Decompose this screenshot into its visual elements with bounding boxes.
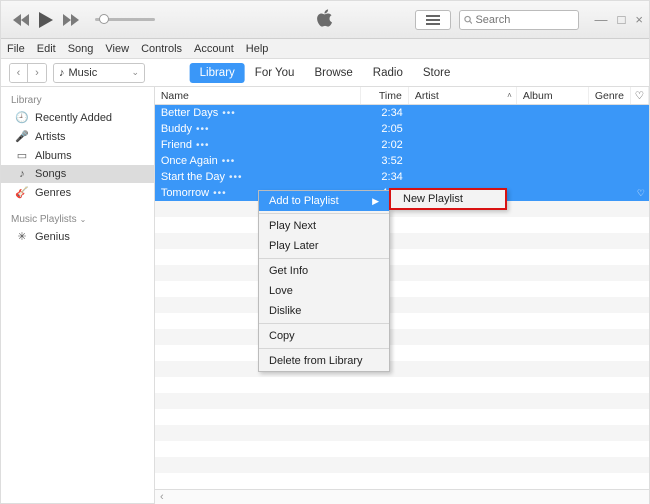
- sidebar-item-songs[interactable]: Songs: [1, 165, 154, 183]
- ctx-add-to-playlist[interactable]: Add to Playlist▶: [259, 191, 389, 211]
- table-row[interactable]: Buddy •••2:05: [155, 121, 649, 137]
- titlebar: — □ ×: [1, 1, 649, 39]
- clock-icon: 🕘: [15, 111, 29, 124]
- tab-library[interactable]: Library: [190, 63, 245, 83]
- heart-icon[interactable]: ♡: [637, 188, 645, 199]
- horizontal-scrollbar[interactable]: ‹: [155, 489, 649, 504]
- tab-radio[interactable]: Radio: [363, 63, 413, 83]
- content: Name Time Artist˄ Album Genre ♡ Better D…: [155, 87, 649, 504]
- play-button[interactable]: [39, 12, 53, 28]
- guitar-icon: 🎸: [15, 186, 29, 199]
- menu-view[interactable]: View: [105, 43, 129, 55]
- ctx-dislike[interactable]: Dislike: [259, 301, 389, 321]
- volume-slider[interactable]: [95, 18, 155, 21]
- more-icon[interactable]: •••: [196, 124, 210, 135]
- separator: [259, 213, 389, 214]
- ctx-play-later[interactable]: Play Later: [259, 236, 389, 256]
- close-button[interactable]: ×: [635, 12, 643, 27]
- ctx-delete[interactable]: Delete from Library: [259, 351, 389, 371]
- list-view-button[interactable]: [415, 10, 451, 30]
- menu-help[interactable]: Help: [246, 43, 269, 55]
- context-menu: Add to Playlist▶ Play Next Play Later Ge…: [258, 190, 390, 372]
- col-genre[interactable]: Genre: [589, 87, 631, 104]
- more-icon[interactable]: •••: [196, 140, 210, 151]
- nav-forward-button[interactable]: ›: [28, 64, 46, 82]
- sidebar-head-library: Library: [1, 91, 154, 108]
- menu-controls[interactable]: Controls: [141, 43, 182, 55]
- table-row[interactable]: Friend •••2:02: [155, 137, 649, 153]
- prev-button[interactable]: [13, 14, 29, 26]
- menu-file[interactable]: File: [7, 43, 25, 55]
- menu-account[interactable]: Account: [194, 43, 234, 55]
- column-headers: Name Time Artist˄ Album Genre ♡: [155, 87, 649, 105]
- source-selector[interactable]: Music ⌄: [53, 63, 145, 83]
- ctx-love[interactable]: Love: [259, 281, 389, 301]
- sidebar-item-recently-added[interactable]: 🕘Recently Added: [1, 108, 154, 127]
- track-list: Better Days •••2:34 Buddy •••2:05 Friend…: [155, 105, 649, 489]
- table-row[interactable]: Once Again •••3:52: [155, 153, 649, 169]
- chevron-updown-icon: ⌄: [131, 67, 139, 78]
- separator: [259, 258, 389, 259]
- chevron-down-icon: ⌄: [80, 215, 87, 224]
- maximize-button[interactable]: □: [618, 12, 626, 27]
- apple-logo-icon: [316, 8, 334, 31]
- minimize-button[interactable]: —: [595, 12, 608, 27]
- menu-song[interactable]: Song: [68, 43, 94, 55]
- separator: [259, 348, 389, 349]
- mic-icon: 🎤: [15, 130, 29, 143]
- tab-store[interactable]: Store: [413, 63, 461, 83]
- ctx-get-info[interactable]: Get Info: [259, 261, 389, 281]
- col-album[interactable]: Album: [517, 87, 589, 104]
- chevron-right-icon: ▶: [372, 196, 379, 207]
- empty-rows: [155, 201, 649, 489]
- sidebar-item-genius[interactable]: ✳Genius: [1, 227, 154, 246]
- sidebar-head-playlists[interactable]: Music Playlists ⌄: [1, 210, 154, 227]
- scroll-left-icon[interactable]: ‹: [155, 491, 169, 503]
- more-icon[interactable]: •••: [222, 156, 236, 167]
- note-icon: [15, 168, 29, 180]
- music-icon: [59, 67, 65, 79]
- genius-icon: ✳: [15, 230, 29, 243]
- more-icon[interactable]: •••: [213, 188, 227, 199]
- more-icon[interactable]: •••: [222, 108, 236, 119]
- ctx-copy[interactable]: Copy: [259, 326, 389, 346]
- separator: [259, 323, 389, 324]
- tab-for-you[interactable]: For You: [245, 63, 305, 83]
- sidebar: Library 🕘Recently Added 🎤Artists ▭Albums…: [1, 87, 155, 504]
- col-artist[interactable]: Artist˄: [409, 87, 517, 104]
- album-icon: ▭: [15, 149, 29, 162]
- search-icon: [464, 15, 473, 25]
- sort-asc-icon: ˄: [507, 91, 512, 100]
- toolbar: ‹ › Music ⌄ Library For You Browse Radio…: [1, 59, 649, 87]
- next-button[interactable]: [63, 14, 79, 26]
- ctx-play-next[interactable]: Play Next: [259, 216, 389, 236]
- col-time[interactable]: Time: [361, 87, 409, 104]
- sidebar-item-genres[interactable]: 🎸Genres: [1, 183, 154, 202]
- sidebar-item-artists[interactable]: 🎤Artists: [1, 127, 154, 146]
- source-label: Music: [69, 67, 98, 79]
- sidebar-item-albums[interactable]: ▭Albums: [1, 146, 154, 165]
- table-row[interactable]: Start the Day •••2:34: [155, 169, 649, 185]
- submenu-new-playlist[interactable]: New Playlist: [389, 188, 507, 210]
- col-love[interactable]: ♡: [631, 87, 649, 104]
- table-row[interactable]: Better Days •••2:34: [155, 105, 649, 121]
- view-tabs: Library For You Browse Radio Store: [190, 63, 461, 83]
- nav-back-button[interactable]: ‹: [10, 64, 28, 82]
- search-input[interactable]: [459, 10, 579, 30]
- more-icon[interactable]: •••: [229, 172, 243, 183]
- menubar: File Edit Song View Controls Account Hel…: [1, 39, 649, 59]
- tab-browse[interactable]: Browse: [304, 63, 362, 83]
- menu-edit[interactable]: Edit: [37, 43, 56, 55]
- col-name[interactable]: Name: [155, 87, 361, 104]
